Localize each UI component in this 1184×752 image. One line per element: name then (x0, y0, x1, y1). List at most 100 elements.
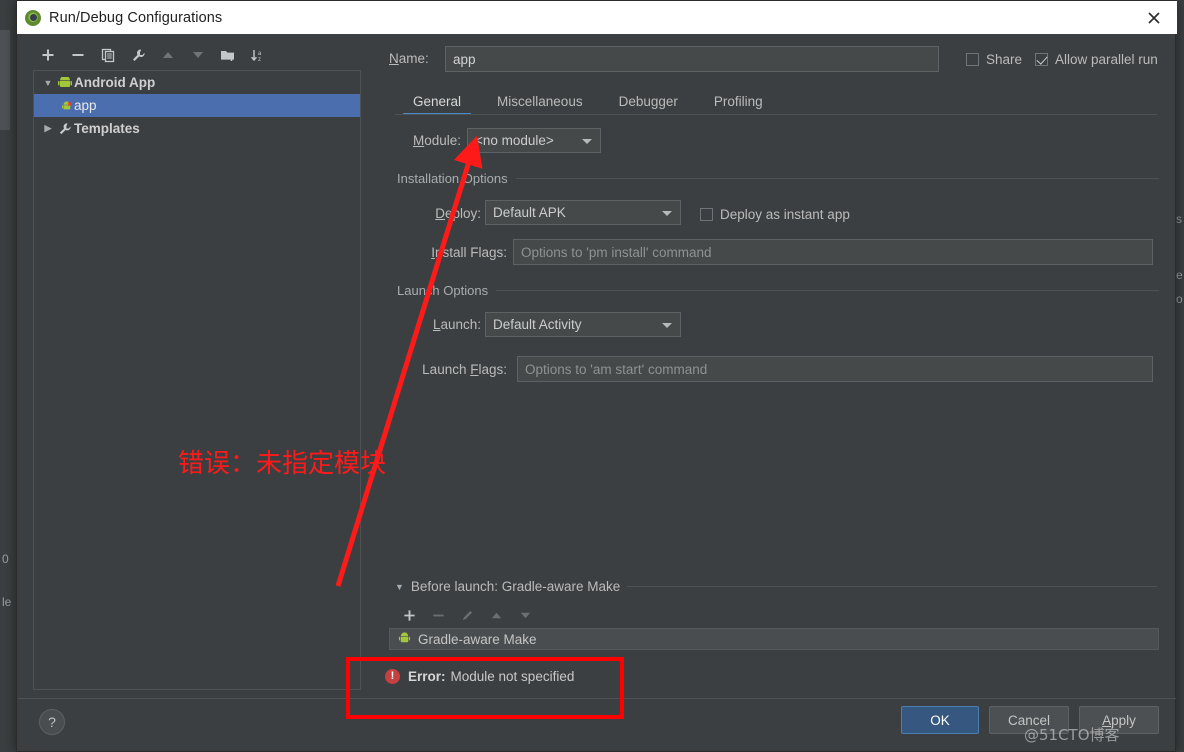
share-label: Share (986, 52, 1022, 67)
launch-flags-input[interactable]: Options to 'am start' command (517, 356, 1153, 382)
arrow-up-icon (161, 48, 175, 62)
bl-move-up-button[interactable] (482, 603, 511, 627)
ok-button[interactable]: OK (901, 706, 979, 734)
arrow-up-icon (490, 609, 503, 622)
sort-az-icon: a z (250, 48, 266, 63)
tab-debugger[interactable]: Debugger (601, 94, 696, 115)
tree-item-app[interactable]: app (34, 94, 360, 117)
tabs-divider (395, 114, 1157, 115)
copy-icon (101, 48, 116, 63)
screen-root: 0 le s e o Run/Debug Configurations (0, 0, 1184, 752)
install-flags-input[interactable]: Options to 'pm install' command (513, 239, 1153, 265)
launch-select[interactable]: Default Activity (485, 312, 681, 337)
bl-add-button[interactable] (395, 603, 424, 627)
launch-value: Default Activity (493, 317, 582, 332)
move-up-button[interactable] (153, 42, 183, 68)
name-label: Name: (389, 51, 429, 66)
group-divider (627, 586, 1157, 587)
bl-move-down-button[interactable] (511, 603, 540, 627)
bl-edit-button[interactable] (453, 603, 482, 627)
name-input[interactable] (445, 46, 939, 72)
chevron-down-icon (662, 211, 672, 216)
background-glyph-right-3: o (1176, 292, 1183, 306)
wrench-icon (131, 48, 146, 63)
android-icon (398, 632, 411, 647)
module-label: Module: (395, 133, 461, 148)
share-checkbox[interactable]: Share (966, 52, 1022, 67)
footer-divider (18, 698, 1176, 699)
help-button[interactable]: ? (39, 709, 65, 735)
dialog-title: Run/Debug Configurations (49, 10, 222, 26)
close-button[interactable] (1131, 1, 1177, 34)
deploy-select[interactable]: Default APK (485, 200, 681, 225)
settings-tabs: General Miscellaneous Debugger Profiling (395, 87, 1157, 115)
move-down-button[interactable] (183, 42, 213, 68)
installation-options-title: Installation Options (397, 171, 508, 186)
background-left-strip (0, 30, 10, 130)
background-glyph-left-2: le (2, 595, 11, 609)
tree-item-label: Android App (74, 75, 155, 90)
edit-templates-button[interactable] (123, 42, 153, 68)
checkbox-box-icon (966, 53, 979, 66)
error-icon: ! (385, 669, 400, 684)
before-launch-title: Before launch: Gradle-aware Make (411, 579, 620, 594)
bl-remove-button[interactable] (424, 603, 453, 627)
launch-flags-label: Launch Flags: (401, 362, 507, 377)
ok-button-label: OK (930, 713, 950, 728)
error-text: Module not specified (451, 669, 575, 684)
checkbox-box-icon (700, 208, 713, 221)
installation-options-group: Installation Options (397, 171, 1159, 186)
collapse-twisty-icon[interactable]: ▶ (40, 123, 56, 134)
remove-configuration-button[interactable] (63, 42, 93, 68)
tree-item-templates[interactable]: ▶ Templates (34, 117, 360, 140)
wrench-icon (56, 122, 74, 136)
module-select[interactable]: <no module> (467, 128, 601, 153)
close-icon (1147, 11, 1161, 25)
install-flags-label: Install Flags: (401, 245, 507, 260)
plus-icon (41, 48, 55, 62)
tab-miscellaneous[interactable]: Miscellaneous (479, 94, 601, 115)
before-launch-task-row[interactable]: Gradle-aware Make (389, 628, 1159, 650)
create-folder-button[interactable] (213, 42, 243, 68)
background-glyph-left-1: 0 (2, 552, 9, 566)
configuration-tree: ▼ Android App (33, 70, 361, 690)
before-launch-twisty-icon[interactable]: ▼ (395, 582, 404, 592)
deploy-value: Default APK (493, 205, 566, 220)
android-error-icon (56, 100, 74, 112)
tree-item-android-app[interactable]: ▼ Android App (34, 71, 360, 94)
error-prefix: Error: (408, 669, 446, 684)
tab-general[interactable]: General (395, 94, 479, 115)
plus-icon (403, 609, 416, 622)
pencil-icon (461, 609, 474, 622)
deploy-as-instant-app-checkbox[interactable]: Deploy as instant app (700, 207, 850, 222)
launch-options-title: Launch Options (397, 283, 488, 298)
run-debug-configurations-dialog: Run/Debug Configurations (16, 0, 1176, 752)
sort-configurations-button[interactable]: a z (243, 42, 273, 68)
tree-item-label: Templates (74, 121, 140, 136)
annotation-text: 错误：未指定模块 (178, 443, 386, 480)
dialog-titlebar: Run/Debug Configurations (17, 1, 1177, 34)
launch-label: Launch: (415, 317, 481, 332)
android-studio-icon (25, 10, 41, 26)
tab-profiling[interactable]: Profiling (696, 94, 781, 115)
group-divider (496, 290, 1159, 291)
copy-configuration-button[interactable] (93, 42, 123, 68)
svg-text:z: z (258, 57, 261, 63)
question-mark-icon: ? (48, 714, 56, 730)
watermark: @51CTO博客 (1024, 724, 1120, 745)
chevron-down-icon (662, 323, 672, 328)
before-launch-toolbar (395, 602, 795, 628)
tree-item-label: app (74, 98, 97, 113)
allow-parallel-run-label: Allow parallel run (1055, 52, 1158, 67)
background-glyph-right-2: e (1176, 268, 1183, 282)
install-flags-placeholder: Options to 'pm install' command (521, 245, 711, 260)
add-configuration-button[interactable] (33, 42, 63, 68)
arrow-down-icon (519, 609, 532, 622)
minus-icon (71, 48, 85, 62)
arrow-down-icon (191, 48, 205, 62)
configuration-tree-toolbar: a z (33, 41, 363, 69)
deploy-label: Deploy: (415, 206, 481, 221)
checkbox-checked-icon (1035, 53, 1048, 66)
allow-parallel-run-checkbox[interactable]: Allow parallel run (1035, 52, 1158, 67)
expand-twisty-icon[interactable]: ▼ (40, 78, 56, 88)
